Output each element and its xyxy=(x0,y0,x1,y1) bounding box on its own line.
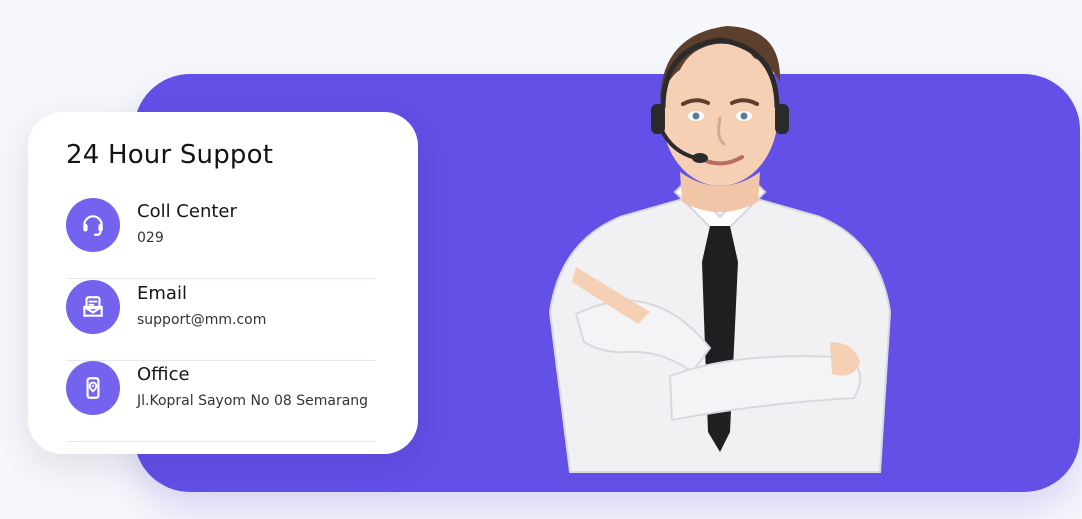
contact-item-call-center[interactable]: Coll Center 029 xyxy=(66,198,376,279)
email-label: Email xyxy=(137,283,187,304)
office-label: Office xyxy=(137,364,190,385)
call-center-value: 029 xyxy=(137,230,164,246)
support-agent-image xyxy=(530,12,910,492)
call-center-label: Coll Center xyxy=(137,201,237,222)
email-value: support@mm.com xyxy=(137,312,267,328)
mailbox-icon xyxy=(66,280,120,334)
contact-item-office[interactable]: Office Jl.Kopral Sayom No 08 Semarang xyxy=(66,361,376,442)
support-card: 24 Hour Suppot Coll Center 029 Email sup… xyxy=(28,112,418,454)
contact-item-email[interactable]: Email support@mm.com xyxy=(66,280,376,361)
office-value: Jl.Kopral Sayom No 08 Semarang xyxy=(137,393,369,409)
card-title: 24 Hour Suppot xyxy=(66,140,274,170)
location-phone-icon xyxy=(66,361,120,415)
support-section: 24 Hour Suppot Coll Center 029 Email sup… xyxy=(0,0,1082,519)
headset-icon xyxy=(66,198,120,252)
